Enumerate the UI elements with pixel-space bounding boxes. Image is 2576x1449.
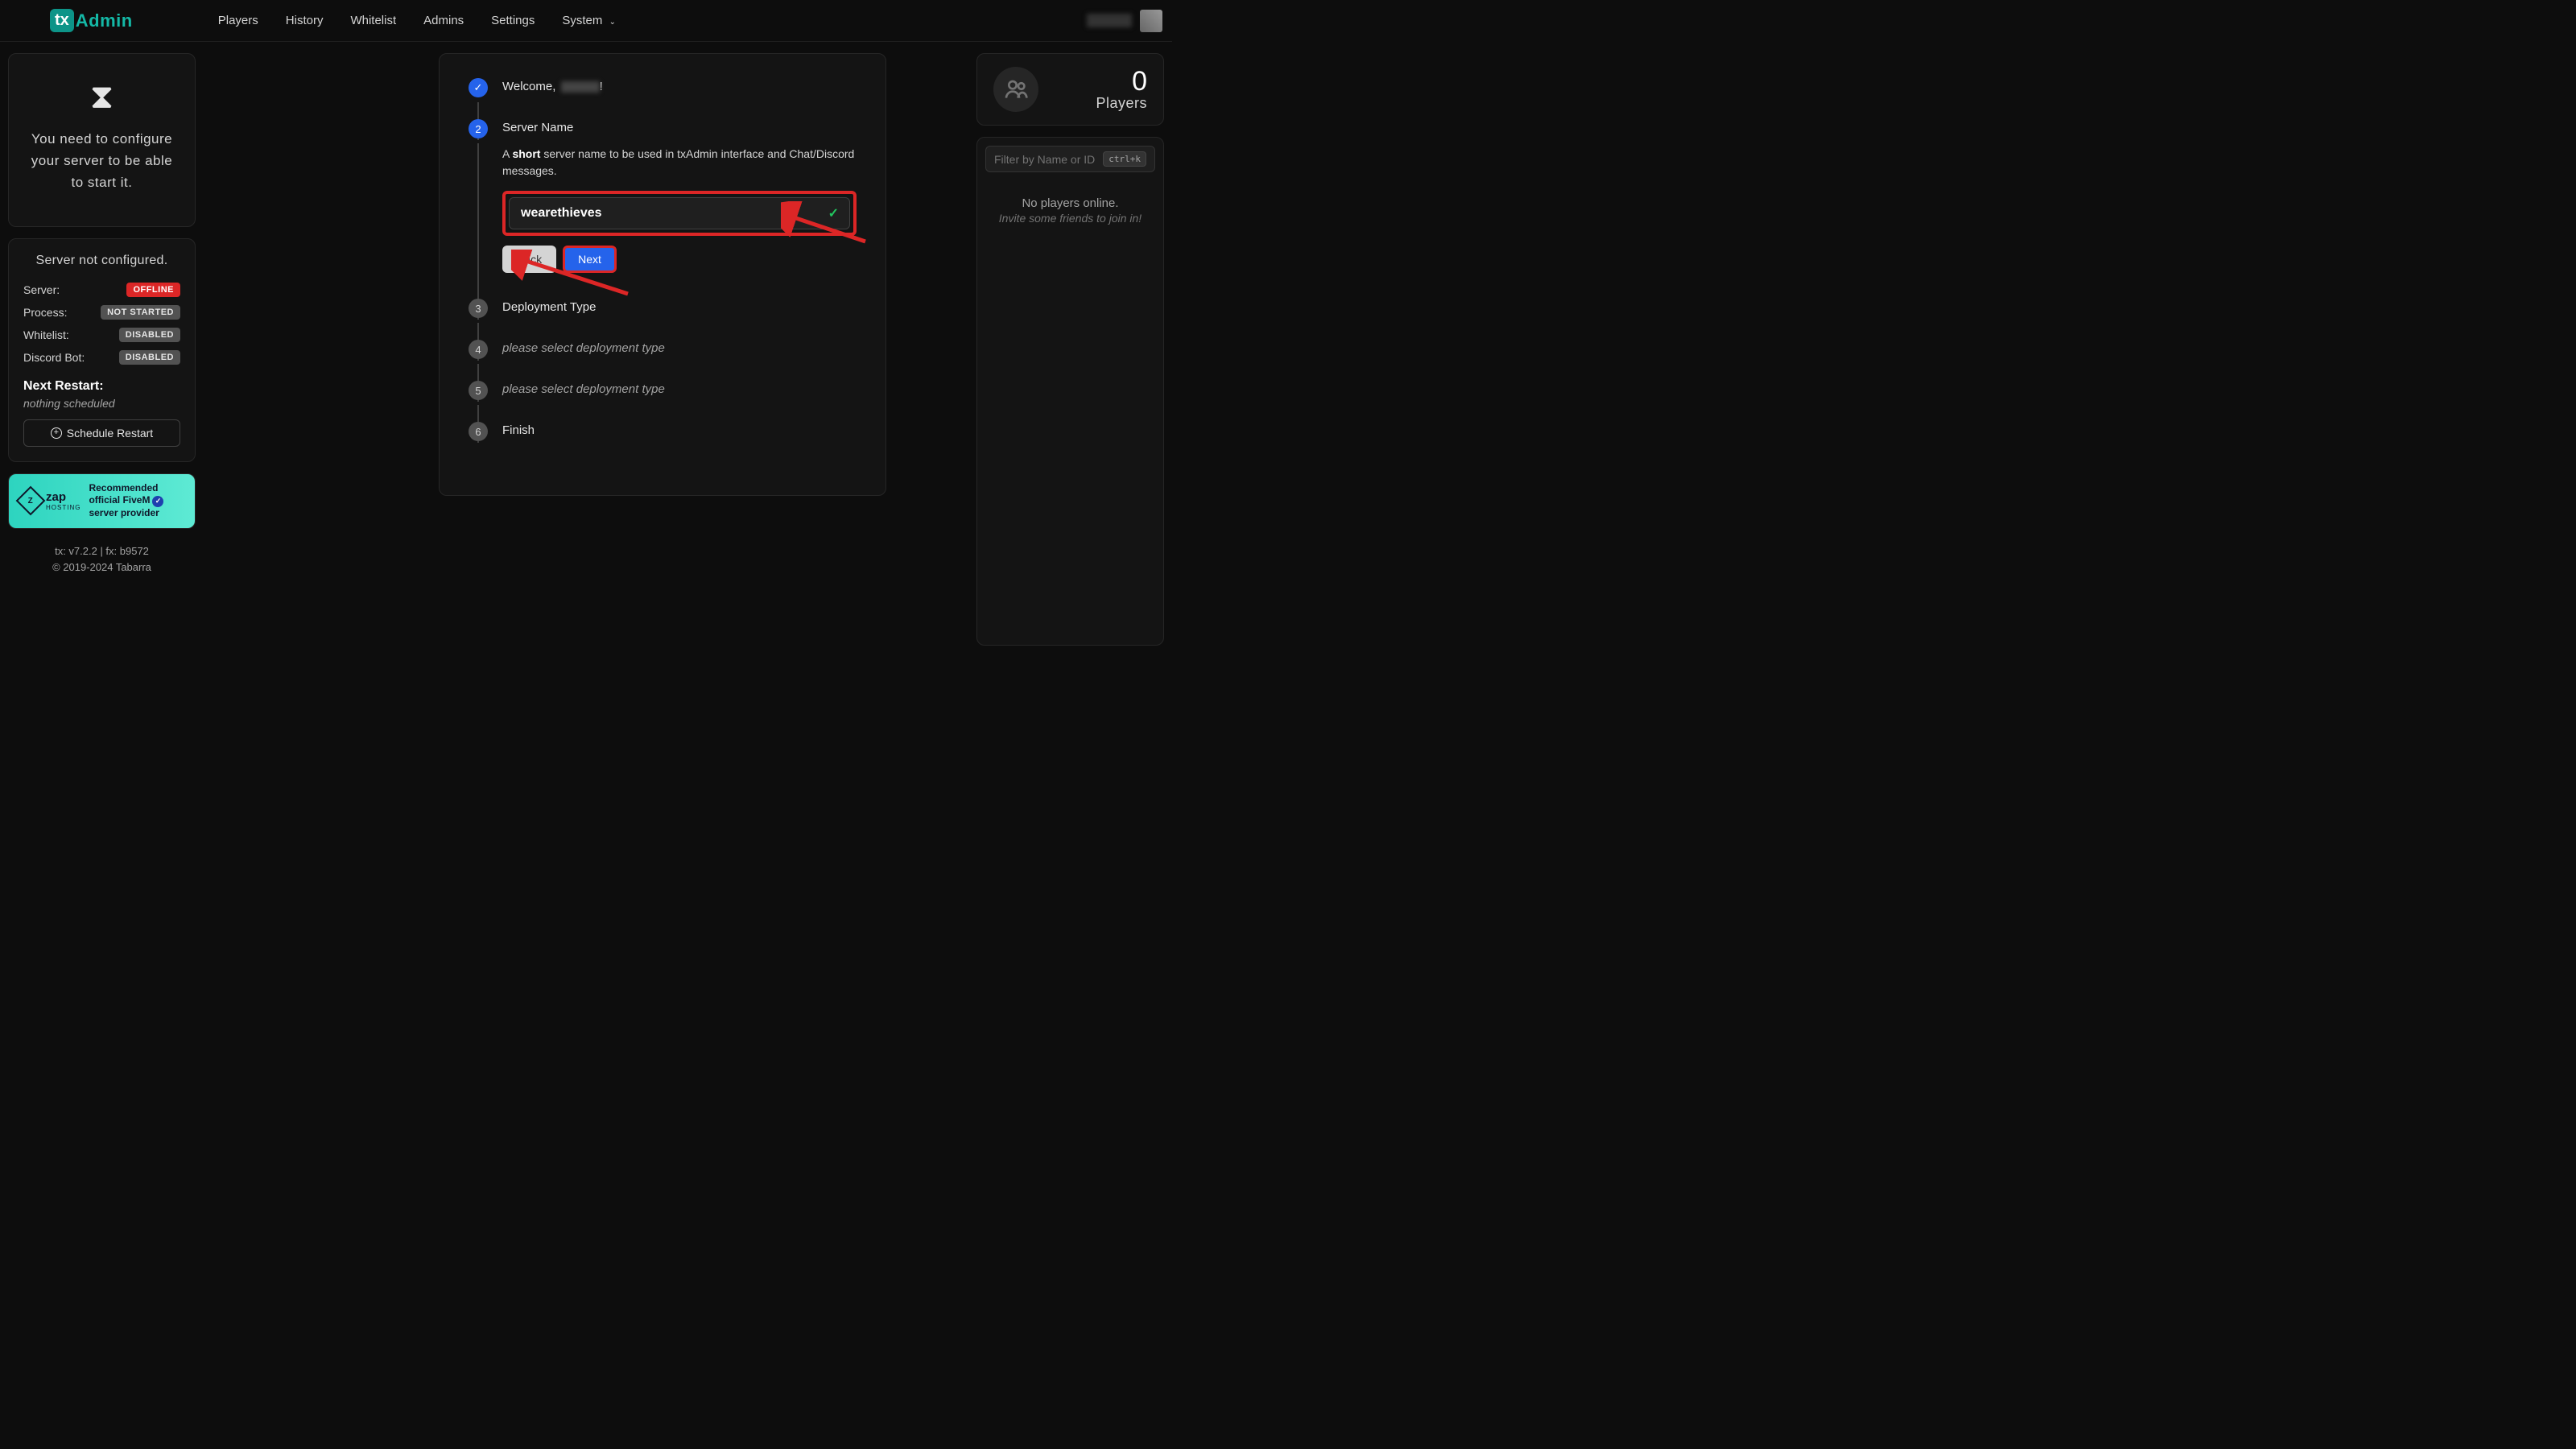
players-label: Players <box>1096 95 1147 112</box>
next-button[interactable]: Next <box>563 246 617 273</box>
header-right <box>1087 10 1162 32</box>
step-number-4: 4 <box>469 340 488 359</box>
players-count-card: 0 Players <box>976 53 1164 126</box>
status-row-server: Server: OFFLINE <box>23 283 180 297</box>
players-icon <box>993 67 1038 112</box>
step-number-5: 5 <box>469 381 488 400</box>
server-name-input[interactable] <box>509 197 850 229</box>
status-label: Discord Bot: <box>23 351 85 364</box>
verified-icon: ✓ <box>152 496 163 507</box>
header: tx Admin Players History Whitelist Admin… <box>0 0 1172 42</box>
status-card: Server not configured. Server: OFFLINE P… <box>8 238 196 462</box>
nav-history[interactable]: History <box>273 7 336 34</box>
zap-logo: Z zap HOSTING <box>20 490 80 511</box>
wizard-step-2: 2 Server Name A short server name to be … <box>469 119 857 299</box>
wizard-step-3: 3 Deployment Type <box>469 299 857 340</box>
zap-sub: HOSTING <box>46 504 80 511</box>
step-number-3: 3 <box>469 299 488 318</box>
logo[interactable]: tx Admin <box>50 9 133 32</box>
server-name-input-highlight: ✓ <box>502 191 857 236</box>
next-restart-value: nothing scheduled <box>23 397 180 410</box>
check-icon: ✓ <box>469 78 488 97</box>
status-label: Process: <box>23 306 67 319</box>
nav-settings[interactable]: Settings <box>478 7 547 34</box>
zap-hosting-banner[interactable]: Z zap HOSTING Recommended official FiveM… <box>8 473 196 529</box>
step-number-2: 2 <box>469 119 488 138</box>
step-server-name-title: Server Name <box>502 119 857 134</box>
wizard-step-5: 5 please select deployment type <box>469 381 857 422</box>
logo-admin: Admin <box>76 10 133 31</box>
next-restart-title: Next Restart: <box>23 379 180 394</box>
setup-wizard: ✓ Welcome, ! 2 Server Name A short serve… <box>439 53 886 496</box>
username-blurred <box>1087 14 1132 27</box>
avatar[interactable] <box>1140 10 1162 32</box>
step-number-6: 6 <box>469 422 488 441</box>
players-list-card: Filter by Name or ID ctrl+k No players o… <box>976 137 1164 646</box>
config-warning-text: You need to configure your server to be … <box>23 128 180 194</box>
nav-admins[interactable]: Admins <box>411 7 477 34</box>
no-players-sub: Invite some friends to join in! <box>985 212 1155 225</box>
step-welcome-title: Welcome, ! <box>502 78 857 93</box>
filter-input[interactable]: Filter by Name or ID ctrl+k <box>985 146 1155 172</box>
status-badge: NOT STARTED <box>101 305 180 320</box>
status-label: Server: <box>23 283 60 296</box>
back-button[interactable]: Back <box>502 246 556 273</box>
footer-version: tx: v7.2.2 | fx: b9572 © 2019-2024 Tabar… <box>8 543 196 577</box>
nav-players[interactable]: Players <box>205 7 271 34</box>
step-deployment-type-title: Deployment Type <box>502 299 857 314</box>
logo-tx: tx <box>50 9 74 32</box>
status-title: Server not configured. <box>23 254 180 268</box>
status-label: Whitelist: <box>23 328 69 341</box>
config-warning-card: ⧗ You need to configure your server to b… <box>8 53 196 227</box>
wizard-step-4: 4 please select deployment type <box>469 340 857 381</box>
nav-system-label: System <box>562 14 602 27</box>
cube-icon: Z <box>16 486 46 516</box>
chevron-down-icon: ⌄ <box>609 18 616 27</box>
kbd-shortcut: ctrl+k <box>1103 151 1146 167</box>
wizard-step-1: ✓ Welcome, ! <box>469 78 857 119</box>
players-count: 0 <box>1096 68 1147 95</box>
nav-whitelist[interactable]: Whitelist <box>337 7 409 34</box>
filter-placeholder: Filter by Name or ID <box>994 153 1095 166</box>
no-players-msg: No players online. <box>985 196 1155 210</box>
step-server-name-desc: A short server name to be used in txAdmi… <box>502 146 857 180</box>
username-blurred <box>561 81 600 93</box>
status-badge: DISABLED <box>119 350 180 365</box>
status-badge-offline: OFFLINE <box>126 283 180 297</box>
zap-desc: Recommended official FiveM✓ server provi… <box>89 482 163 520</box>
step-4-title: please select deployment type <box>502 340 857 355</box>
step-5-title: please select deployment type <box>502 381 857 396</box>
status-badge: DISABLED <box>119 328 180 342</box>
zap-name: zap <box>46 490 80 504</box>
schedule-restart-label: Schedule Restart <box>67 427 153 440</box>
wizard-step-6: 6 Finish <box>469 422 857 463</box>
schedule-restart-button[interactable]: + Schedule Restart <box>23 419 180 447</box>
nav-system[interactable]: System ⌄ <box>549 7 629 34</box>
status-row-discord: Discord Bot: DISABLED <box>23 350 180 365</box>
status-row-process: Process: NOT STARTED <box>23 305 180 320</box>
valid-check-icon: ✓ <box>828 205 839 221</box>
step-finish-title: Finish <box>502 422 857 437</box>
status-row-whitelist: Whitelist: DISABLED <box>23 328 180 342</box>
main-nav: Players History Whitelist Admins Setting… <box>205 7 629 34</box>
plus-circle-icon: + <box>51 427 62 439</box>
hourglass-icon: ⧗ <box>23 78 180 117</box>
